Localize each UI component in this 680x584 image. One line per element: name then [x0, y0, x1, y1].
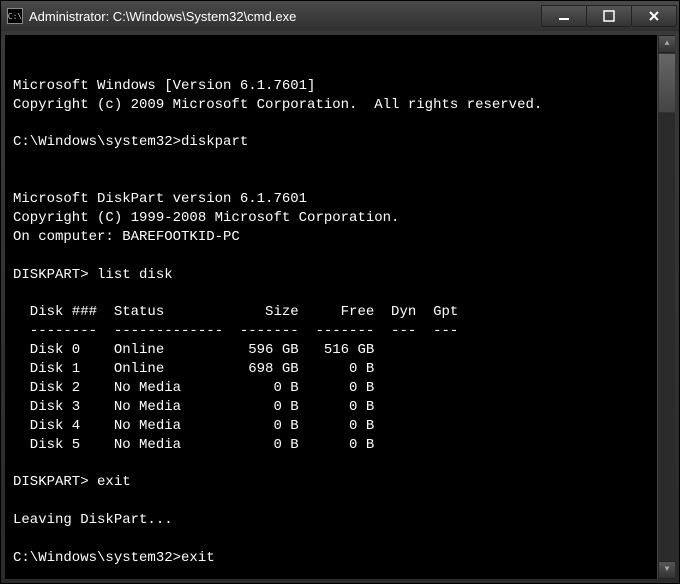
os-version-line: Microsoft Windows [Version 6.1.7601]	[13, 78, 315, 94]
disk-table: Disk ### Status Size Free Dyn Gpt ------…	[13, 304, 458, 452]
maximize-button[interactable]	[586, 5, 632, 27]
window-controls	[542, 5, 677, 27]
diskpart-computer: On computer: BAREFOOTKID-PC	[13, 229, 240, 245]
vertical-scrollbar[interactable]: ▲ ▼	[657, 35, 675, 579]
window-title: Administrator: C:\Windows\System32\cmd.e…	[29, 9, 542, 24]
command-input: exit	[181, 550, 215, 566]
chevron-up-icon: ▲	[665, 39, 670, 50]
cmd-icon: C:\	[7, 8, 23, 24]
prompt: C:\Windows\system32>	[13, 134, 181, 150]
command-input: diskpart	[181, 134, 248, 150]
command-input: exit	[97, 474, 131, 490]
diskpart-copyright: Copyright (C) 1999-2008 Microsoft Corpor…	[13, 210, 399, 226]
diskpart-prompt: DISKPART>	[13, 267, 97, 283]
scroll-thumb[interactable]	[658, 53, 675, 113]
maximize-icon	[603, 10, 615, 22]
diskpart-leaving: Leaving DiskPart...	[13, 512, 173, 528]
chevron-down-icon: ▼	[665, 565, 670, 576]
scroll-up-button[interactable]: ▲	[658, 35, 675, 53]
titlebar[interactable]: C:\ Administrator: C:\Windows\System32\c…	[1, 1, 679, 31]
console[interactable]: Microsoft Windows [Version 6.1.7601] Cop…	[5, 35, 675, 579]
cmd-window: C:\ Administrator: C:\Windows\System32\c…	[0, 0, 680, 584]
prompt: C:\Windows\system32>	[13, 550, 181, 566]
close-button[interactable]	[631, 5, 677, 27]
minimize-icon	[558, 10, 570, 22]
command-input: list disk	[97, 267, 173, 283]
diskpart-prompt: DISKPART>	[13, 474, 97, 490]
close-icon	[648, 10, 660, 22]
diskpart-version: Microsoft DiskPart version 6.1.7601	[13, 191, 307, 207]
minimize-button[interactable]	[541, 5, 587, 27]
copyright-line: Copyright (c) 2009 Microsoft Corporation…	[13, 97, 542, 113]
console-content: Microsoft Windows [Version 6.1.7601] Cop…	[13, 77, 667, 568]
scroll-down-button[interactable]: ▼	[658, 561, 675, 579]
